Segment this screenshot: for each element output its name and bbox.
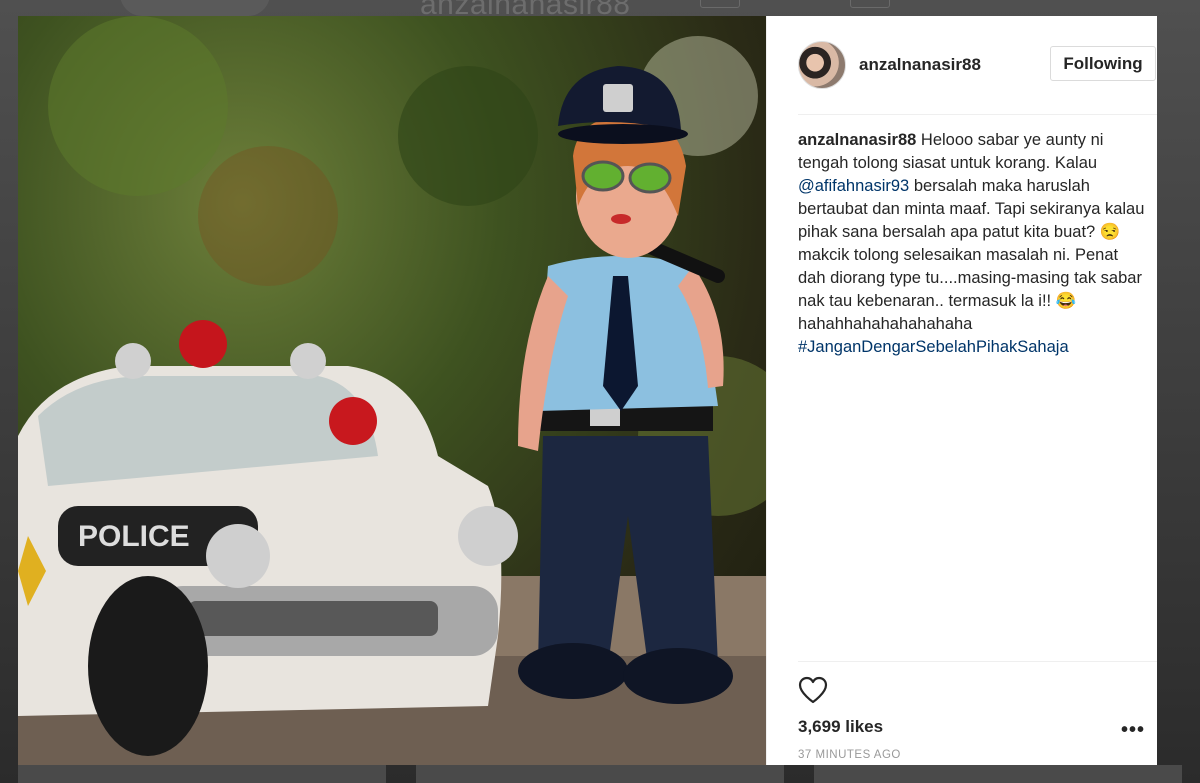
- footer-divider: [798, 661, 1157, 662]
- toy-police-car: POLICE: [18, 320, 518, 756]
- more-options-icon[interactable]: •••: [1121, 719, 1145, 742]
- post-photo: POLICE: [18, 16, 766, 765]
- following-button[interactable]: Following: [1050, 46, 1156, 81]
- header-divider: [798, 114, 1157, 115]
- backdrop-button: [700, 0, 740, 8]
- header-username[interactable]: anzalnanasir88: [859, 55, 981, 75]
- post-header: anzalnanasir88 Following: [767, 16, 1158, 114]
- post-timestamp: 37 MINUTES AGO: [798, 749, 901, 761]
- post-sidebar: anzalnanasir88 Following anzalnanasir88 …: [766, 16, 1157, 765]
- post-caption: anzalnanasir88 Helooo sabar ye aunty ni …: [798, 129, 1150, 359]
- backdrop-thumbnail: [18, 765, 386, 783]
- avatar[interactable]: [798, 41, 846, 89]
- hashtag-link[interactable]: #JanganDengarSebelahPihakSahaja: [798, 338, 1069, 356]
- backdrop-thumbnail: [416, 765, 784, 783]
- likes-count[interactable]: 3,699 likes: [798, 717, 883, 737]
- caption-text-2: bersalah maka haruslah bertaubat dan min…: [798, 177, 1145, 333]
- post-modal: POLICE anzalnanasir88 Following anzalnan…: [18, 16, 1157, 765]
- backdrop-thumbnails: [18, 765, 1182, 783]
- backdrop-thumbnail: [814, 765, 1182, 783]
- mention-link[interactable]: @afifahnasir93: [798, 177, 909, 195]
- car-badge-text: POLICE: [78, 520, 190, 553]
- heart-icon[interactable]: [798, 676, 828, 704]
- police-figurine-illustration: POLICE: [18, 16, 766, 765]
- backdrop-avatar: [120, 0, 270, 16]
- caption-username[interactable]: anzalnanasir88: [798, 131, 916, 149]
- backdrop-button: [850, 0, 890, 8]
